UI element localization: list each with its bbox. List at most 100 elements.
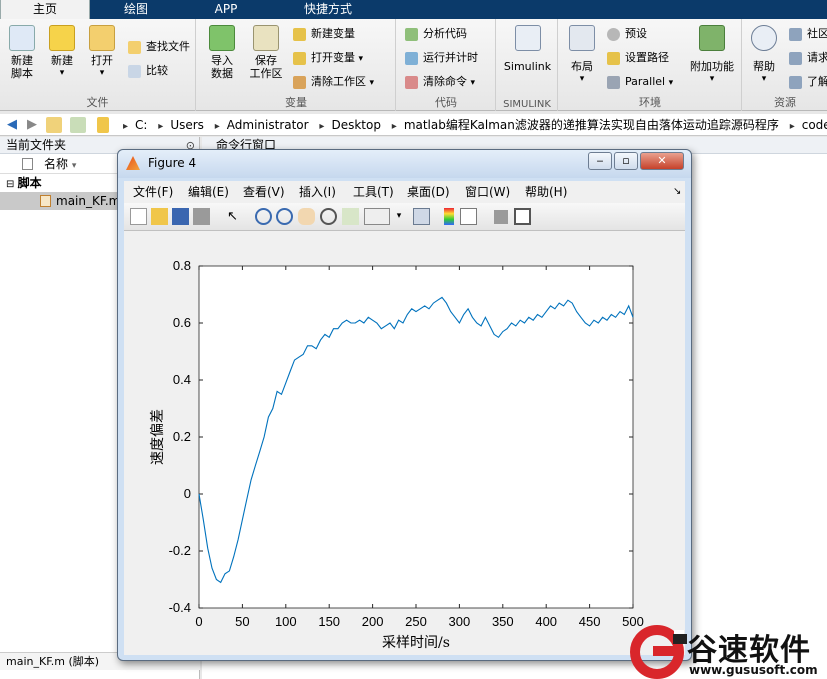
preferences-button[interactable]: 预设 [605, 24, 647, 44]
figure-toolbar: ↖ ▾ [124, 203, 685, 231]
clear-workspace-button[interactable]: 清除工作区 [291, 72, 374, 92]
y-tick-label: 0.6 [173, 315, 191, 330]
breadcrumb-project[interactable]: matlab编程Kalman滤波器的递推算法实现自由落体运动追踪源码程序 [400, 114, 783, 136]
y-tick-label: 0.2 [173, 429, 191, 444]
toolstrip-tabs: 主页 绘图 APP 快捷方式 [0, 0, 827, 19]
breadcrumb-users[interactable]: Users [166, 114, 208, 136]
x-tick-label: 400 [535, 614, 557, 629]
open-file-icon[interactable] [151, 208, 168, 225]
simulink-icon [514, 25, 541, 51]
learn-matlab-button[interactable]: 了解 [787, 72, 827, 92]
parallel-button[interactable]: Parallel [605, 72, 673, 92]
new-button[interactable]: 新建 ▾ [43, 23, 81, 80]
menu-help[interactable]: 帮助(H) [525, 181, 567, 203]
set-path-icon [607, 52, 620, 65]
link-plot-icon[interactable] [413, 208, 430, 225]
breadcrumb-administrator[interactable]: Administrator [223, 114, 313, 136]
open-variable-button[interactable]: 打开变量 [291, 48, 363, 68]
legend-icon[interactable] [460, 208, 477, 225]
brush-icon[interactable] [364, 208, 390, 225]
y-tick-label: -0.4 [169, 600, 191, 615]
import-data-button[interactable]: 导入 数据 [203, 23, 241, 80]
brush-dropdown-icon[interactable]: ▾ [394, 208, 404, 225]
group-label-code: 代码 [435, 96, 457, 109]
tab-apps[interactable]: APP [182, 0, 270, 19]
browse-folder-icon[interactable] [70, 117, 86, 133]
m-file-icon [40, 195, 51, 207]
help-button[interactable]: 帮助 ▾ [747, 23, 781, 86]
new-figure-icon[interactable] [130, 208, 147, 225]
hide-plot-tools-icon[interactable] [494, 210, 508, 224]
y-axis-label: 速度偏差 [150, 409, 166, 465]
gear-icon [607, 28, 620, 41]
addons-button[interactable]: 附加功能 ▾ [685, 23, 739, 86]
open-button[interactable]: 打开 ▾ [83, 23, 121, 80]
zoom-out-icon[interactable] [276, 208, 293, 225]
pointer-icon[interactable]: ↖ [224, 208, 241, 225]
breadcrumb-drive[interactable]: C: [131, 114, 151, 136]
data-cursor-icon[interactable] [342, 208, 359, 225]
clear-commands-button[interactable]: 清除命令 [403, 72, 475, 92]
collapse-icon[interactable]: ⊟ [6, 179, 18, 190]
figure-window[interactable]: Figure 4 ‒ ▫ ✕ 文件(F) 编辑(E) 查看(V) 插入(I) 工… [117, 149, 692, 661]
layout-button[interactable]: 布局 ▾ [563, 23, 601, 86]
open-variable-icon [293, 52, 306, 65]
community-icon [789, 28, 802, 41]
line-plot[interactable]: 0 50 100 150 200 250 300 350 400 450 500 -0.4-0.20… [124, 231, 685, 655]
group-label-resources: 资源 [774, 96, 796, 109]
breadcrumb-code[interactable]: code [798, 114, 827, 136]
analyze-code-button[interactable]: 分析代码 [403, 24, 467, 44]
community-button[interactable]: 社区 [787, 24, 827, 44]
layout-icon [569, 25, 595, 51]
x-tick-label: 200 [362, 614, 384, 629]
new-script-button[interactable]: 新建 脚本 [3, 23, 41, 80]
y-tick-label: 0 [184, 486, 191, 501]
menu-dock-icon[interactable]: ↘ [673, 181, 681, 203]
show-plot-tools-icon[interactable] [514, 208, 531, 225]
menu-tools[interactable]: 工具(T) [353, 181, 394, 203]
menu-view[interactable]: 查看(V) [243, 181, 285, 203]
tab-plots[interactable]: 绘图 [92, 0, 180, 19]
request-support-button[interactable]: 请求 [787, 48, 827, 68]
breadcrumb-desktop[interactable]: Desktop [327, 114, 385, 136]
up-folder-icon[interactable] [46, 117, 62, 133]
parallel-icon [607, 76, 620, 89]
request-support-icon [789, 52, 802, 65]
group-code: 分析代码 运行并计时 清除命令 代码 [397, 19, 496, 111]
folder-icon [97, 117, 109, 133]
menu-file[interactable]: 文件(F) [133, 181, 173, 203]
group-variable: 导入 数据 保存 工作区 新建变量 打开变量 清除工作区 变量 [197, 19, 396, 111]
figure-canvas[interactable]: 0 50 100 150 200 250 300 350 400 450 500 -0.4 -0.2 0… [124, 231, 685, 655]
group-label-file: 文件 [86, 96, 109, 109]
close-button[interactable]: ✕ [640, 152, 684, 170]
find-files-icon [128, 41, 141, 54]
x-tick-label: 250 [405, 614, 427, 629]
run-and-time-button[interactable]: 运行并计时 [403, 48, 478, 68]
menu-edit[interactable]: 编辑(E) [188, 181, 229, 203]
compare-button[interactable]: 比较 [126, 61, 168, 81]
back-arrow-icon[interactable]: ◀ [4, 117, 20, 133]
x-tick-label: 50 [235, 614, 249, 629]
minimize-button[interactable]: ‒ [588, 152, 612, 170]
import-arrow-icon [209, 25, 235, 51]
tab-home[interactable]: 主页 [0, 0, 90, 19]
menu-insert[interactable]: 插入(I) [299, 181, 336, 203]
rotate-3d-icon[interactable] [320, 208, 337, 225]
zoom-in-icon[interactable] [255, 208, 272, 225]
set-path-button[interactable]: 设置路径 [605, 48, 669, 68]
y-tick-label: 0.4 [173, 372, 191, 387]
find-files-button[interactable]: 查找文件 [126, 37, 190, 57]
new-variable-button[interactable]: 新建变量 [291, 24, 355, 44]
colorbar-icon[interactable] [444, 208, 454, 225]
menu-window[interactable]: 窗口(W) [465, 181, 510, 203]
print-icon[interactable] [193, 208, 210, 225]
maximize-button[interactable]: ▫ [614, 152, 638, 170]
x-tick-label: 350 [492, 614, 514, 629]
menu-desktop[interactable]: 桌面(D) [407, 181, 450, 203]
pan-hand-icon[interactable] [298, 208, 315, 225]
tab-shortcuts[interactable]: 快捷方式 [272, 0, 384, 19]
save-icon[interactable] [172, 208, 189, 225]
save-workspace-button[interactable]: 保存 工作区 [245, 23, 287, 80]
simulink-button[interactable]: Simulink [501, 23, 554, 73]
forward-arrow-icon[interactable]: ▶ [24, 117, 40, 133]
